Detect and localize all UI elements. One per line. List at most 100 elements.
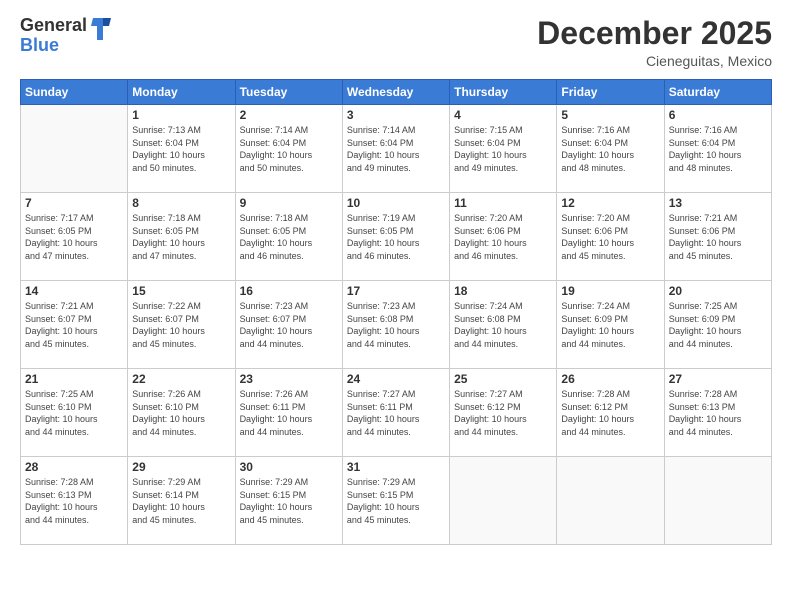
header-sunday: Sunday (21, 80, 128, 105)
day-info: Sunrise: 7:15 AM Sunset: 6:04 PM Dayligh… (454, 124, 552, 174)
day-number: 4 (454, 108, 552, 122)
day-number: 27 (669, 372, 767, 386)
day-number: 14 (25, 284, 123, 298)
day-info: Sunrise: 7:25 AM Sunset: 6:10 PM Dayligh… (25, 388, 123, 438)
calendar-cell: 14 Sunrise: 7:21 AM Sunset: 6:07 PM Dayli… (21, 281, 128, 369)
day-info: Sunrise: 7:28 AM Sunset: 6:12 PM Dayligh… (561, 388, 659, 438)
calendar-cell: 25 Sunrise: 7:27 AM Sunset: 6:12 PM Dayli… (450, 369, 557, 457)
day-number: 24 (347, 372, 445, 386)
day-info: Sunrise: 7:22 AM Sunset: 6:07 PM Dayligh… (132, 300, 230, 350)
header-wednesday: Wednesday (342, 80, 449, 105)
day-info: Sunrise: 7:25 AM Sunset: 6:09 PM Dayligh… (669, 300, 767, 350)
day-info: Sunrise: 7:17 AM Sunset: 6:05 PM Dayligh… (25, 212, 123, 262)
day-number: 25 (454, 372, 552, 386)
logo-blue: Blue (20, 36, 87, 56)
header-monday: Monday (128, 80, 235, 105)
day-number: 29 (132, 460, 230, 474)
calendar-cell: 16Sunrise: 7:23 AM Sunset: 6:07 PM Dayli… (235, 281, 342, 369)
day-number: 28 (25, 460, 123, 474)
day-info: Sunrise: 7:29 AM Sunset: 6:15 PM Dayligh… (347, 476, 445, 526)
header-thursday: Thursday (450, 80, 557, 105)
day-info: Sunrise: 7:18 AM Sunset: 6:05 PM Dayligh… (240, 212, 338, 262)
header-saturday: Saturday (664, 80, 771, 105)
calendar-week-row-2: 14 Sunrise: 7:21 AM Sunset: 6:07 PM Dayli… (21, 281, 772, 369)
logo: General Blue (20, 16, 111, 56)
day-number: 30 (240, 460, 338, 474)
calendar-cell (450, 457, 557, 545)
day-info: Sunrise: 7:13 AM Sunset: 6:04 PM Dayligh… (132, 124, 230, 174)
calendar-cell: 24 Sunrise: 7:27 AM Sunset: 6:11 PM Dayli… (342, 369, 449, 457)
calendar-header-row: Sunday Monday Tuesday Wednesday Thursday… (21, 80, 772, 105)
calendar-cell: 28Sunrise: 7:28 AM Sunset: 6:13 PM Dayli… (21, 457, 128, 545)
logo-general: General (20, 16, 87, 36)
calendar-cell: 13 Sunrise: 7:21 AM Sunset: 6:06 PM Dayli… (664, 193, 771, 281)
logo-text: General Blue (20, 16, 87, 56)
day-number: 23 (240, 372, 338, 386)
calendar-cell: 2 Sunrise: 7:14 AM Sunset: 6:04 PM Daylig… (235, 105, 342, 193)
calendar-week-row-1: 7 Sunrise: 7:17 AM Sunset: 6:05 PM Daylig… (21, 193, 772, 281)
day-info: Sunrise: 7:21 AM Sunset: 6:07 PM Dayligh… (25, 300, 123, 350)
calendar-cell (557, 457, 664, 545)
day-number: 17 (347, 284, 445, 298)
header-friday: Friday (557, 80, 664, 105)
day-number: 9 (240, 196, 338, 210)
calendar-cell: 30 Sunrise: 7:29 AM Sunset: 6:15 PM Dayli… (235, 457, 342, 545)
calendar-cell: 12Sunrise: 7:20 AM Sunset: 6:06 PM Dayli… (557, 193, 664, 281)
calendar-week-row-0: 1 Sunrise: 7:13 AM Sunset: 6:04 PM Daylig… (21, 105, 772, 193)
day-info: Sunrise: 7:29 AM Sunset: 6:14 PM Dayligh… (132, 476, 230, 526)
day-number: 16 (240, 284, 338, 298)
day-info: Sunrise: 7:14 AM Sunset: 6:04 PM Dayligh… (240, 124, 338, 174)
day-info: Sunrise: 7:24 AM Sunset: 6:09 PM Dayligh… (561, 300, 659, 350)
title-block: December 2025 Cieneguitas, Mexico (537, 16, 772, 69)
calendar-cell: 22Sunrise: 7:26 AM Sunset: 6:10 PM Dayli… (128, 369, 235, 457)
day-info: Sunrise: 7:23 AM Sunset: 6:08 PM Dayligh… (347, 300, 445, 350)
day-info: Sunrise: 7:28 AM Sunset: 6:13 PM Dayligh… (669, 388, 767, 438)
calendar-cell: 7 Sunrise: 7:17 AM Sunset: 6:05 PM Daylig… (21, 193, 128, 281)
calendar-week-row-4: 28Sunrise: 7:28 AM Sunset: 6:13 PM Dayli… (21, 457, 772, 545)
day-number: 26 (561, 372, 659, 386)
calendar-cell: 27 Sunrise: 7:28 AM Sunset: 6:13 PM Dayli… (664, 369, 771, 457)
day-info: Sunrise: 7:20 AM Sunset: 6:06 PM Dayligh… (454, 212, 552, 262)
day-info: Sunrise: 7:24 AM Sunset: 6:08 PM Dayligh… (454, 300, 552, 350)
location-subtitle: Cieneguitas, Mexico (537, 53, 772, 69)
day-number: 5 (561, 108, 659, 122)
calendar-cell: 29 Sunrise: 7:29 AM Sunset: 6:14 PM Dayli… (128, 457, 235, 545)
day-number: 2 (240, 108, 338, 122)
calendar-week-row-3: 21Sunrise: 7:25 AM Sunset: 6:10 PM Dayli… (21, 369, 772, 457)
day-info: Sunrise: 7:27 AM Sunset: 6:11 PM Dayligh… (347, 388, 445, 438)
calendar-cell: 9 Sunrise: 7:18 AM Sunset: 6:05 PM Daylig… (235, 193, 342, 281)
calendar-cell: 6 Sunrise: 7:16 AM Sunset: 6:04 PM Daylig… (664, 105, 771, 193)
calendar-cell: 20 Sunrise: 7:25 AM Sunset: 6:09 PM Dayli… (664, 281, 771, 369)
day-number: 6 (669, 108, 767, 122)
day-number: 11 (454, 196, 552, 210)
month-title: December 2025 (537, 16, 772, 51)
day-info: Sunrise: 7:21 AM Sunset: 6:06 PM Dayligh… (669, 212, 767, 262)
day-info: Sunrise: 7:26 AM Sunset: 6:11 PM Dayligh… (240, 388, 338, 438)
day-info: Sunrise: 7:26 AM Sunset: 6:10 PM Dayligh… (132, 388, 230, 438)
calendar-cell: 21Sunrise: 7:25 AM Sunset: 6:10 PM Dayli… (21, 369, 128, 457)
calendar-cell (664, 457, 771, 545)
day-number: 15 (132, 284, 230, 298)
day-info: Sunrise: 7:27 AM Sunset: 6:12 PM Dayligh… (454, 388, 552, 438)
logo-icon (89, 16, 111, 42)
day-info: Sunrise: 7:29 AM Sunset: 6:15 PM Dayligh… (240, 476, 338, 526)
calendar-page: General Blue December 2025 Cieneguitas, … (0, 0, 792, 612)
calendar-cell: 11 Sunrise: 7:20 AM Sunset: 6:06 PM Dayli… (450, 193, 557, 281)
day-number: 19 (561, 284, 659, 298)
day-number: 1 (132, 108, 230, 122)
day-info: Sunrise: 7:19 AM Sunset: 6:05 PM Dayligh… (347, 212, 445, 262)
calendar-cell: 26 Sunrise: 7:28 AM Sunset: 6:12 PM Dayli… (557, 369, 664, 457)
day-number: 7 (25, 196, 123, 210)
day-number: 13 (669, 196, 767, 210)
calendar-cell: 31Sunrise: 7:29 AM Sunset: 6:15 PM Dayli… (342, 457, 449, 545)
day-info: Sunrise: 7:14 AM Sunset: 6:04 PM Dayligh… (347, 124, 445, 174)
day-info: Sunrise: 7:18 AM Sunset: 6:05 PM Dayligh… (132, 212, 230, 262)
day-number: 18 (454, 284, 552, 298)
day-number: 20 (669, 284, 767, 298)
calendar-cell: 19 Sunrise: 7:24 AM Sunset: 6:09 PM Dayli… (557, 281, 664, 369)
day-info: Sunrise: 7:16 AM Sunset: 6:04 PM Dayligh… (669, 124, 767, 174)
calendar-table: Sunday Monday Tuesday Wednesday Thursday… (20, 79, 772, 545)
header: General Blue December 2025 Cieneguitas, … (20, 16, 772, 69)
calendar-cell: 3Sunrise: 7:14 AM Sunset: 6:04 PM Daylig… (342, 105, 449, 193)
day-number: 10 (347, 196, 445, 210)
